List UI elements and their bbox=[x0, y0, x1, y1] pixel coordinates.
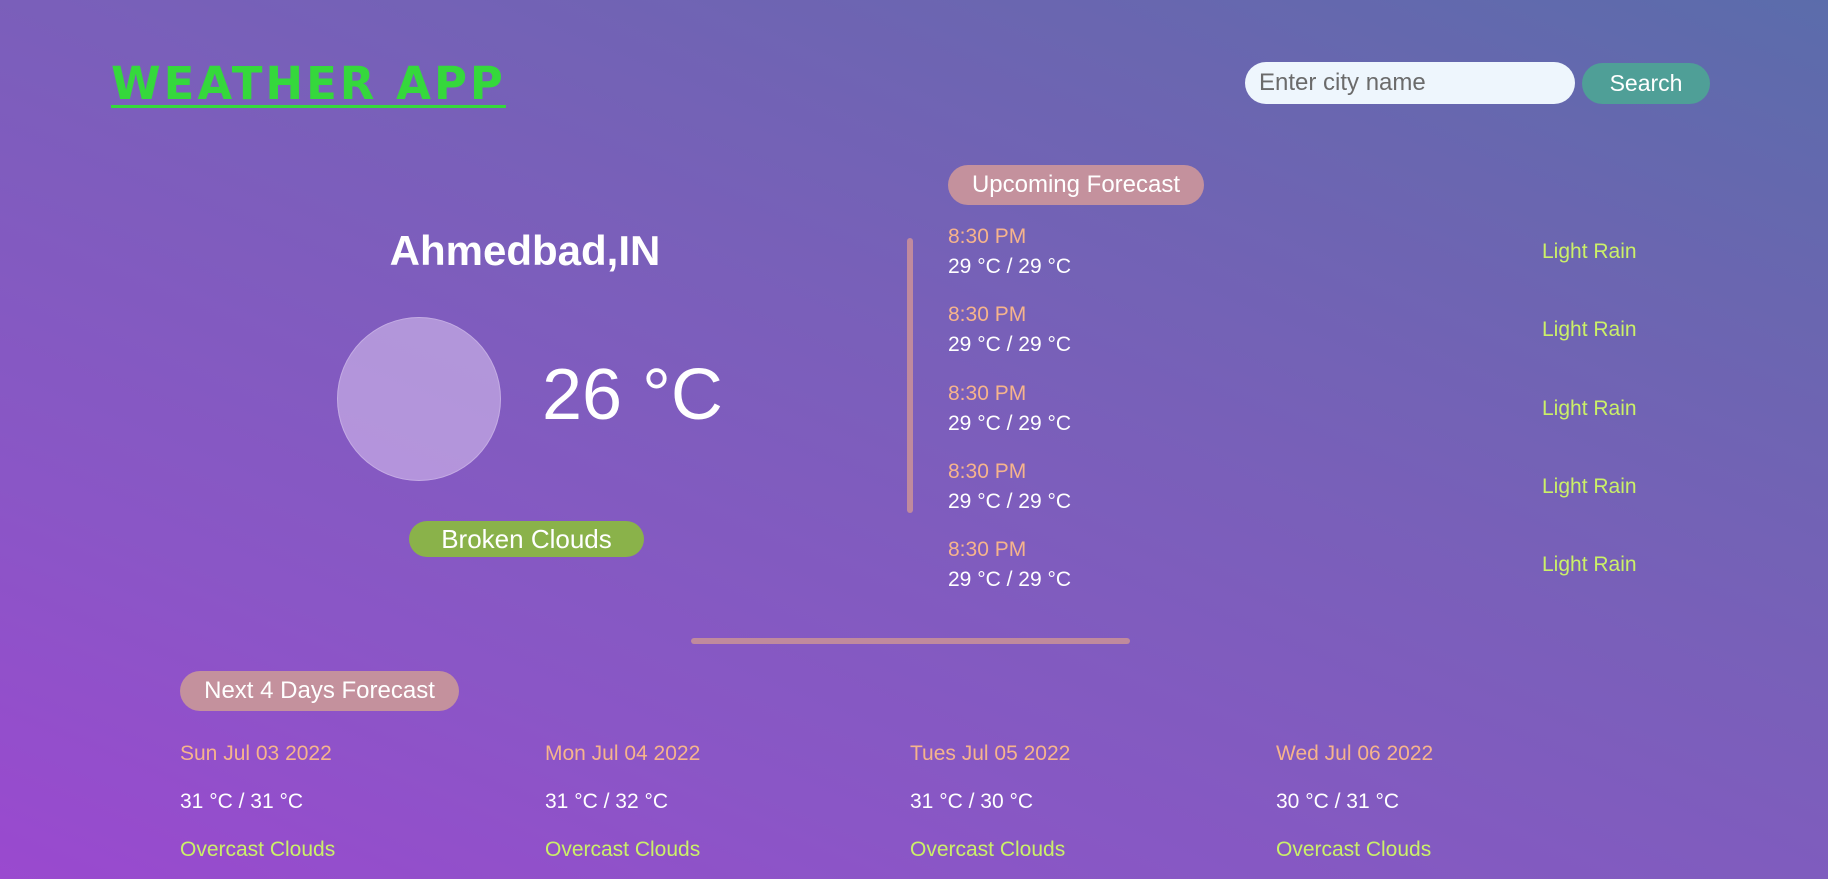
forecast-temps: 29 °C / 29 °C bbox=[948, 255, 1072, 278]
hourly-forecast-item: 8:30 PM 29 °C / 29 °C Light Rain bbox=[948, 537, 1648, 597]
city-search-input[interactable] bbox=[1245, 62, 1575, 104]
forecast-condition: Overcast Clouds bbox=[910, 838, 1066, 861]
daily-forecast-item: Wed Jul 06 2022 30 °C / 31 °C Overcast C… bbox=[1276, 741, 1616, 871]
forecast-temps: 31 °C / 31 °C bbox=[180, 790, 304, 813]
current-temperature: 26 °C bbox=[542, 355, 723, 435]
forecast-condition: Light Rain bbox=[1542, 553, 1637, 576]
forecast-temps: 29 °C / 29 °C bbox=[948, 568, 1072, 591]
forecast-temps: 29 °C / 29 °C bbox=[948, 333, 1072, 356]
search-button[interactable]: Search bbox=[1582, 63, 1710, 104]
forecast-temps: 31 °C / 32 °C bbox=[545, 790, 669, 813]
forecast-time: 8:30 PM bbox=[948, 382, 1027, 405]
forecast-condition: Overcast Clouds bbox=[180, 838, 336, 861]
city-name: Ahmedbad,IN bbox=[389, 227, 661, 274]
forecast-time: 8:30 PM bbox=[948, 225, 1027, 248]
forecast-time: 8:30 PM bbox=[948, 538, 1027, 561]
daily-forecast-item: Tues Jul 05 2022 31 °C / 30 °C Overcast … bbox=[910, 741, 1250, 871]
current-condition-badge: Broken Clouds bbox=[409, 521, 644, 557]
forecast-time: 8:30 PM bbox=[948, 303, 1027, 326]
upcoming-forecast-title: Upcoming Forecast bbox=[948, 165, 1204, 205]
hourly-forecast-item: 8:30 PM 29 °C / 29 °C Light Rain bbox=[948, 381, 1648, 441]
daily-forecast-item: Mon Jul 04 2022 31 °C / 32 °C Overcast C… bbox=[545, 741, 885, 871]
forecast-time: 8:30 PM bbox=[948, 460, 1027, 483]
forecast-condition: Light Rain bbox=[1542, 397, 1637, 420]
hourly-forecast-item: 8:30 PM 29 °C / 29 °C Light Rain bbox=[948, 224, 1648, 284]
forecast-date: Mon Jul 04 2022 bbox=[545, 742, 701, 765]
forecast-temps: 30 °C / 31 °C bbox=[1276, 790, 1400, 813]
forecast-temps: 31 °C / 30 °C bbox=[910, 790, 1034, 813]
hourly-forecast-item: 8:30 PM 29 °C / 29 °C Light Rain bbox=[948, 302, 1648, 362]
forecast-condition: Overcast Clouds bbox=[1276, 838, 1432, 861]
forecast-date: Tues Jul 05 2022 bbox=[910, 742, 1071, 765]
vertical-divider bbox=[907, 238, 913, 513]
forecast-temps: 29 °C / 29 °C bbox=[948, 412, 1072, 435]
hourly-forecast-item: 8:30 PM 29 °C / 29 °C Light Rain bbox=[948, 459, 1648, 519]
next-days-forecast-title: Next 4 Days Forecast bbox=[180, 671, 459, 711]
horizontal-divider bbox=[691, 638, 1130, 644]
forecast-condition: Overcast Clouds bbox=[545, 838, 701, 861]
forecast-temps: 29 °C / 29 °C bbox=[948, 490, 1072, 513]
weather-icon bbox=[337, 317, 501, 481]
daily-forecast-item: Sun Jul 03 2022 31 °C / 31 °C Overcast C… bbox=[180, 741, 520, 871]
forecast-date: Wed Jul 06 2022 bbox=[1276, 742, 1434, 765]
forecast-condition: Light Rain bbox=[1542, 240, 1637, 263]
forecast-condition: Light Rain bbox=[1542, 318, 1637, 341]
forecast-condition: Light Rain bbox=[1542, 475, 1637, 498]
app-logo: WEATHER APP bbox=[111, 57, 506, 110]
forecast-date: Sun Jul 03 2022 bbox=[180, 742, 332, 765]
